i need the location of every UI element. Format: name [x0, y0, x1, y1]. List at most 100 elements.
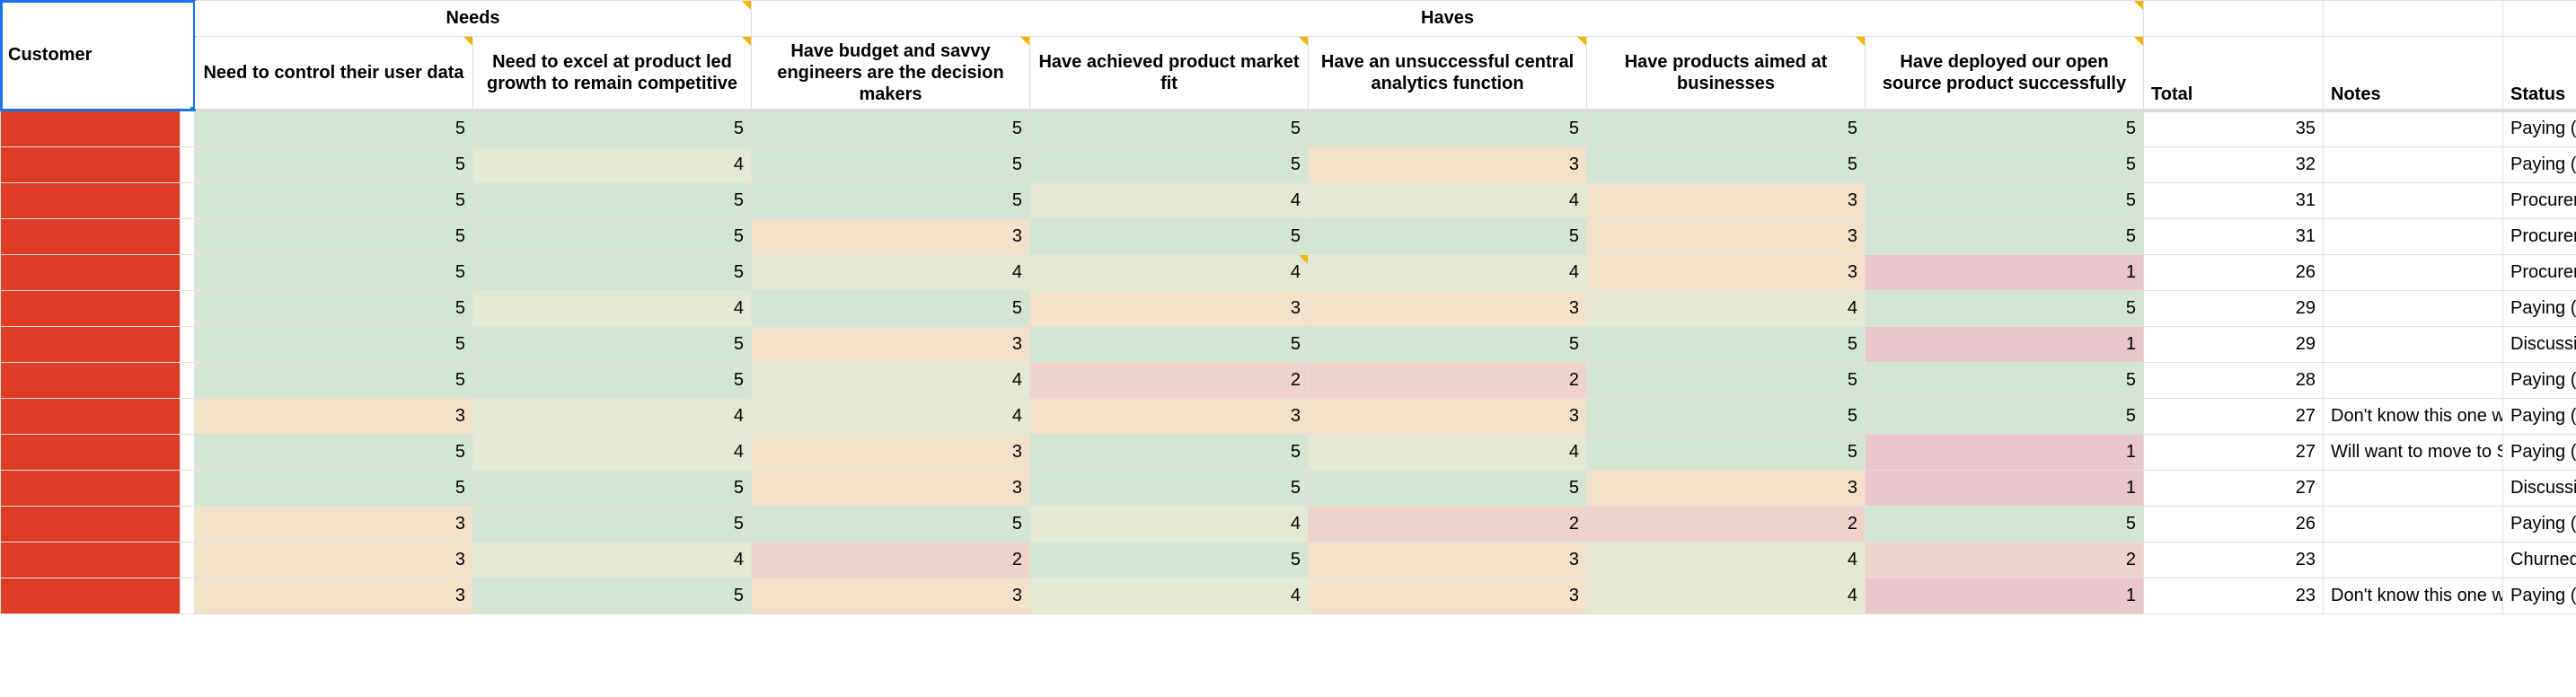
score-cell[interactable]: 5 — [1309, 326, 1587, 362]
customer-redacted[interactable] — [1, 326, 181, 362]
score-cell[interactable]: 5 — [1309, 110, 1587, 146]
score-cell[interactable]: 5 — [1587, 326, 1866, 362]
score-cell[interactable]: 3 — [752, 218, 1030, 254]
score-cell[interactable]: 1 — [1866, 434, 2144, 470]
score-cell[interactable]: 3 — [1587, 470, 1866, 506]
gap-cell[interactable] — [181, 146, 195, 182]
total-cell[interactable]: 26 — [2144, 506, 2324, 542]
total-cell[interactable]: 35 — [2144, 110, 2324, 146]
customer-redacted[interactable] — [1, 434, 181, 470]
gap-cell[interactable] — [181, 290, 195, 326]
score-cell[interactable]: 5 — [1866, 362, 2144, 398]
score-cell[interactable]: 3 — [1309, 290, 1587, 326]
status-cell[interactable]: Procurement — [2503, 218, 2576, 254]
notes-cell[interactable]: Will want to move to Scale — [2324, 434, 2503, 470]
notes-cell[interactable] — [2324, 146, 2503, 182]
customer-redacted[interactable] — [1, 470, 181, 506]
score-cell[interactable]: 3 — [195, 542, 473, 578]
score-cell[interactable]: 5 — [195, 434, 473, 470]
selection-handle[interactable] — [190, 107, 195, 111]
score-cell[interactable]: 5 — [1866, 182, 2144, 218]
notes-cell[interactable]: Don't know this one well — [2324, 398, 2503, 434]
score-cell[interactable]: 5 — [1866, 218, 2144, 254]
header-total[interactable]: Total — [2144, 37, 2324, 111]
status-cell[interactable]: Paying (Scale) — [2503, 290, 2576, 326]
score-cell[interactable]: 3 — [1587, 182, 1866, 218]
score-cell[interactable]: 5 — [473, 326, 752, 362]
score-cell[interactable]: 4 — [473, 146, 752, 182]
score-cell[interactable]: 5 — [473, 182, 752, 218]
score-cell[interactable]: 5 — [1309, 218, 1587, 254]
customer-redacted[interactable] — [1, 506, 181, 542]
gap-cell[interactable] — [181, 254, 195, 290]
customer-redacted[interactable] — [1, 110, 181, 146]
status-cell[interactable]: Procurement (Scale) — [2503, 254, 2576, 290]
score-cell[interactable]: 2 — [1866, 542, 2144, 578]
score-cell[interactable]: 4 — [1309, 182, 1587, 218]
score-cell[interactable]: 5 — [752, 506, 1030, 542]
status-cell[interactable]: Paying (Cloud) — [2503, 578, 2576, 613]
score-cell[interactable]: 5 — [1030, 542, 1309, 578]
score-cell[interactable]: 1 — [1866, 578, 2144, 613]
score-cell[interactable]: 5 — [1866, 146, 2144, 182]
total-cell[interactable]: 28 — [2144, 362, 2324, 398]
customer-redacted[interactable] — [1, 362, 181, 398]
score-cell[interactable]: 4 — [473, 398, 752, 434]
status-cell[interactable]: Churned (Cloud) — [2503, 542, 2576, 578]
score-cell[interactable]: 3 — [1309, 578, 1587, 613]
score-cell[interactable]: 4 — [1587, 542, 1866, 578]
score-cell[interactable]: 5 — [195, 362, 473, 398]
score-cell[interactable]: 5 — [752, 146, 1030, 182]
score-cell[interactable]: 5 — [195, 182, 473, 218]
score-cell[interactable]: 4 — [1309, 254, 1587, 290]
score-cell[interactable]: 5 — [195, 470, 473, 506]
gap-cell[interactable] — [181, 398, 195, 434]
customer-redacted[interactable] — [1, 254, 181, 290]
gap-cell[interactable] — [181, 434, 195, 470]
gap-cell[interactable] — [181, 578, 195, 613]
gap-cell[interactable] — [181, 542, 195, 578]
gap-cell[interactable] — [181, 506, 195, 542]
score-cell[interactable]: 5 — [195, 290, 473, 326]
score-cell[interactable]: 3 — [752, 434, 1030, 470]
score-cell[interactable]: 5 — [1030, 110, 1309, 146]
total-cell[interactable]: 27 — [2144, 398, 2324, 434]
customer-redacted[interactable] — [1, 542, 181, 578]
header-status[interactable]: Status — [2503, 37, 2576, 111]
score-cell[interactable]: 5 — [1587, 398, 1866, 434]
score-cell[interactable]: 4 — [752, 362, 1030, 398]
gap-cell[interactable] — [181, 470, 195, 506]
header-needs[interactable]: Needs — [195, 1, 752, 37]
score-cell[interactable]: 3 — [195, 506, 473, 542]
score-cell[interactable]: 5 — [473, 470, 752, 506]
total-cell[interactable]: 23 — [2144, 578, 2324, 613]
score-cell[interactable]: 5 — [752, 182, 1030, 218]
status-cell[interactable]: Paying (Cloud) — [2503, 434, 2576, 470]
score-cell[interactable]: 4 — [473, 290, 752, 326]
notes-cell[interactable] — [2324, 254, 2503, 290]
score-cell[interactable]: 5 — [1866, 290, 2144, 326]
gap-cell[interactable] — [181, 326, 195, 362]
notes-cell[interactable] — [2324, 290, 2503, 326]
gap-cell[interactable] — [181, 182, 195, 218]
score-cell[interactable]: 3 — [752, 326, 1030, 362]
score-cell[interactable]: 4 — [1309, 434, 1587, 470]
score-cell[interactable]: 1 — [1866, 326, 2144, 362]
notes-cell[interactable] — [2324, 110, 2503, 146]
total-cell[interactable]: 26 — [2144, 254, 2324, 290]
score-cell[interactable]: 5 — [1587, 110, 1866, 146]
status-cell[interactable]: Paying (Scale) — [2503, 362, 2576, 398]
score-cell[interactable]: 5 — [1030, 146, 1309, 182]
score-cell[interactable]: 1 — [1866, 470, 2144, 506]
status-cell[interactable]: Paying (Scale) — [2503, 110, 2576, 146]
score-cell[interactable]: 3 — [752, 470, 1030, 506]
status-cell[interactable]: Paying (Cloud) — [2503, 398, 2576, 434]
header-col-6[interactable]: Have deployed our open source product su… — [1866, 37, 2144, 111]
score-cell[interactable]: 5 — [473, 218, 752, 254]
status-cell[interactable]: Discussing (Scale) — [2503, 326, 2576, 362]
gap-cell[interactable] — [181, 362, 195, 398]
score-cell[interactable]: 2 — [1309, 506, 1587, 542]
score-cell[interactable]: 3 — [195, 398, 473, 434]
score-cell[interactable]: 3 — [1587, 218, 1866, 254]
score-cell[interactable]: 5 — [473, 578, 752, 613]
